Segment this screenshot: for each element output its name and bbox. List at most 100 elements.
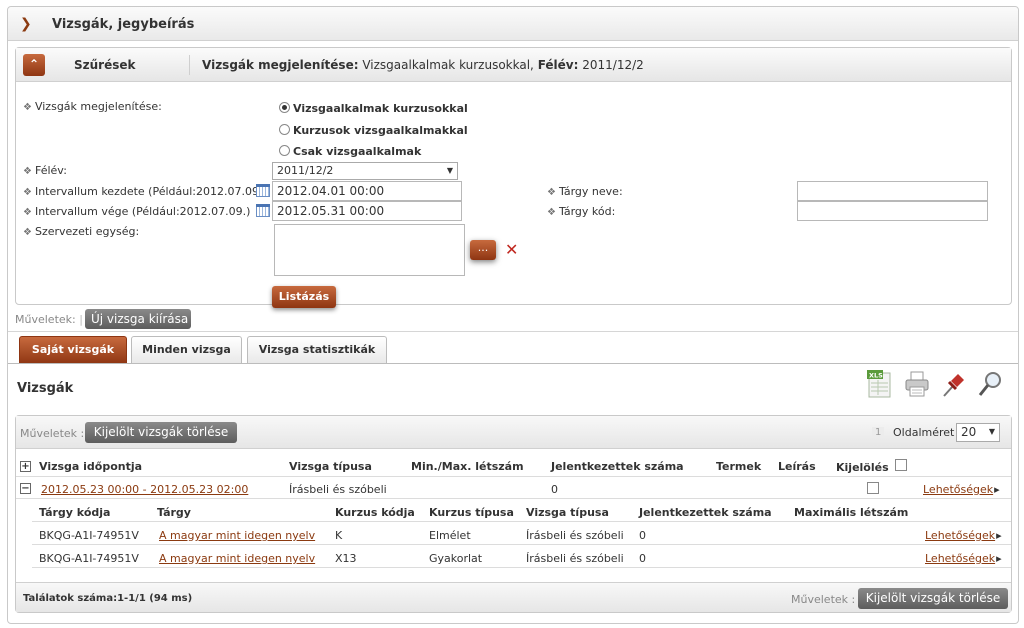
divider	[189, 55, 190, 75]
sub-column-header[interactable]: Jelentkezettek száma	[639, 506, 772, 519]
sub-column-header[interactable]: Kurzus kódja	[335, 506, 415, 519]
list-button[interactable]: Listázás	[272, 286, 336, 308]
column-header[interactable]: Termek	[716, 460, 761, 473]
sub-column-header[interactable]: Vizsga típusa	[526, 506, 609, 519]
clear-icon[interactable]: ✕	[505, 240, 518, 259]
semester-select[interactable]: 2011/12/2 ▼	[272, 162, 458, 180]
semester-label-text: Félév:	[34, 164, 67, 177]
page-title-bar: ❯ Vizsgák, jegybeírás	[8, 7, 1018, 41]
interval-end-input[interactable]: 2012.05.31 00:00	[272, 201, 462, 221]
grid-footer: Találatok száma:1-1/1 (94 ms) Műveletek …	[16, 582, 1011, 612]
search-icon[interactable]	[976, 369, 1004, 399]
divider	[32, 567, 1011, 568]
column-header[interactable]: Vizsga időpontja	[39, 460, 142, 473]
page-number[interactable]: 1	[872, 427, 885, 438]
sub-column-header[interactable]: Tárgy	[157, 506, 191, 519]
delete-selected-button[interactable]: Kijelölt vizsgák törlése	[85, 422, 237, 443]
subject-name-label: ❖ Tárgy neve:	[547, 185, 623, 198]
dropdown-arrow-icon: ▼	[988, 427, 995, 436]
sub-column-header[interactable]: Maximális létszám	[794, 506, 908, 519]
collapse-row-icon[interactable]: −	[20, 483, 31, 494]
summary-key-display: Vizsgák megjelenítése:	[202, 58, 359, 72]
radio-label: Csak vizsgaalkalmak	[293, 145, 422, 158]
diamond-bullet-icon: ❖	[23, 187, 32, 198]
page-title: Vizsgák, jegybeírás	[52, 17, 195, 32]
course-type: Gyakorlat	[429, 552, 483, 565]
operations-separator: |	[79, 313, 83, 326]
calendar-icon[interactable]	[256, 184, 270, 197]
applicant-count: 0	[551, 483, 558, 496]
radio-unchecked-icon	[279, 145, 290, 156]
summary-key-semester: Félév:	[537, 58, 579, 72]
summary-value-semester: 2011/12/2	[582, 58, 644, 72]
expand-all-icon[interactable]: +	[20, 461, 31, 472]
applicant-count: 0	[639, 552, 646, 565]
subject-link[interactable]: A magyar mint idegen nyelv	[159, 552, 315, 565]
radio-courses-with-exams[interactable]: Kurzusok vizsgaalkalmakkal	[279, 124, 468, 137]
radio-unchecked-icon	[279, 124, 290, 135]
delete-selected-button[interactable]: Kijelölt vizsgák törlése	[858, 588, 1008, 609]
tab-baseline	[8, 363, 1018, 364]
page-size-select[interactable]: 20 ▼	[956, 423, 1000, 442]
options-link[interactable]: Lehetőségek	[925, 529, 1002, 542]
diamond-bullet-icon: ❖	[23, 166, 32, 177]
tab-all-exams[interactable]: Minden vizsga	[131, 336, 242, 364]
operations-label-text: Műveletek:	[15, 313, 76, 326]
subject-link[interactable]: A magyar mint idegen nyelv	[159, 529, 315, 542]
column-header[interactable]: Leírás	[778, 460, 816, 473]
results-count: Találatok száma:1-1/1 (94 ms)	[23, 593, 193, 604]
tab-own-exams[interactable]: Saját vizsgák	[19, 336, 127, 364]
course-code: K	[335, 529, 343, 542]
page-size-label: Oldalméret	[893, 426, 955, 439]
operations-label: Műveletek: |	[15, 313, 83, 326]
radio-label: Vizsgaalkalmak kurzusokkal	[293, 102, 468, 115]
radio-exams-with-courses[interactable]: Vizsgaalkalmak kurzusokkal	[279, 102, 468, 115]
interval-start-label: ❖ Intervallum kezdete (Például:2012.07.09…	[23, 185, 267, 198]
applicant-count: 0	[639, 529, 646, 542]
select-all-checkbox[interactable]	[895, 459, 907, 471]
subject-code-input[interactable]	[797, 201, 988, 221]
exam-date-link[interactable]: 2012.05.23 00:00 - 2012.05.23 02:00	[41, 483, 248, 496]
options-link[interactable]: Lehetőségek	[925, 552, 1002, 565]
radio-label: Kurzusok vizsgaalkalmakkal	[293, 124, 468, 137]
sub-column-header[interactable]: Kurzus típusa	[429, 506, 514, 519]
collapse-filters-button[interactable]: ⌃	[23, 54, 45, 76]
diamond-bullet-icon: ❖	[23, 227, 32, 238]
subject-name-input[interactable]	[797, 181, 988, 201]
interval-end-label-text: Intervallum vége (Például:2012.07.09.)	[34, 205, 251, 218]
display-mode-label: ❖ Vizsgák megjelenítése:	[23, 100, 162, 113]
calendar-icon[interactable]	[256, 204, 270, 217]
interval-start-input[interactable]: 2012.04.01 00:00	[272, 181, 462, 201]
filter-panel: ⌃ Szűrések Vizsgák megjelenítése: Vizsga…	[15, 47, 1012, 308]
org-unit-label: ❖ Szervezeti egység:	[23, 225, 139, 238]
options-link[interactable]: Lehetőségek	[923, 483, 1000, 496]
semester-label: ❖ Félév:	[23, 164, 67, 177]
column-header[interactable]: Jelentkezettek száma	[551, 460, 684, 473]
column-header[interactable]: Min./Max. létszám	[411, 460, 524, 473]
display-mode-label-text: Vizsgák megjelenítése:	[34, 100, 162, 113]
xls-export-icon[interactable]: XLS	[866, 369, 894, 399]
radio-exams-only[interactable]: Csak vizsgaalkalmak	[279, 145, 421, 158]
exam-type: Írásbeli és szóbeli	[526, 529, 624, 542]
page-size-value: 20	[961, 425, 977, 439]
pin-icon[interactable]	[940, 369, 968, 399]
org-unit-textarea[interactable]	[274, 224, 465, 276]
org-unit-picker-button[interactable]: ...	[470, 240, 496, 260]
org-unit-label-text: Szervezeti egység:	[34, 225, 140, 238]
column-header[interactable]: Kijelölés	[836, 461, 889, 474]
print-icon[interactable]	[903, 369, 931, 399]
divider	[32, 544, 1011, 545]
filter-header: ⌃ Szűrések Vizsgák megjelenítése: Vizsga…	[16, 48, 1011, 82]
course-code: X13	[335, 552, 357, 565]
row-checkbox[interactable]	[867, 482, 879, 494]
tab-exam-statistics[interactable]: Vizsga statisztikák	[247, 336, 387, 364]
subject-code-label: ❖ Tárgy kód:	[547, 205, 615, 218]
column-header[interactable]: Vizsga típusa	[289, 460, 372, 473]
exam-type: Írásbeli és szóbeli	[289, 483, 387, 496]
section-title: Vizsgák	[17, 381, 74, 396]
chevron-right-icon: ❯	[20, 16, 32, 32]
dropdown-arrow-icon: ▼	[446, 166, 453, 175]
sub-column-header[interactable]: Tárgy kódja	[39, 506, 110, 519]
divider	[32, 521, 1011, 522]
new-exam-button[interactable]: Új vizsga kiírása	[85, 309, 191, 329]
